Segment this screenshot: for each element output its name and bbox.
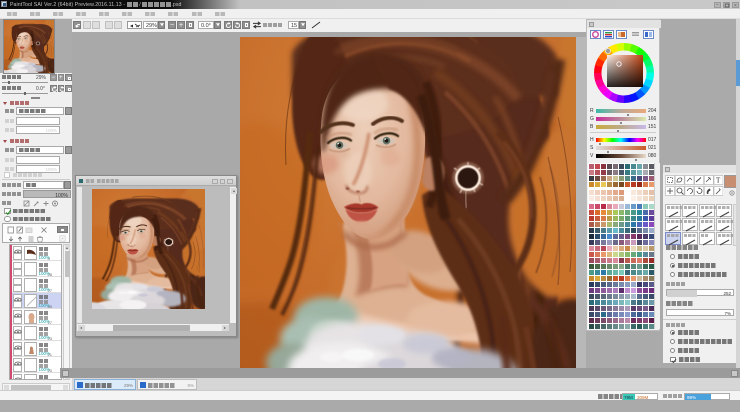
svg-text:T: T (716, 177, 721, 185)
